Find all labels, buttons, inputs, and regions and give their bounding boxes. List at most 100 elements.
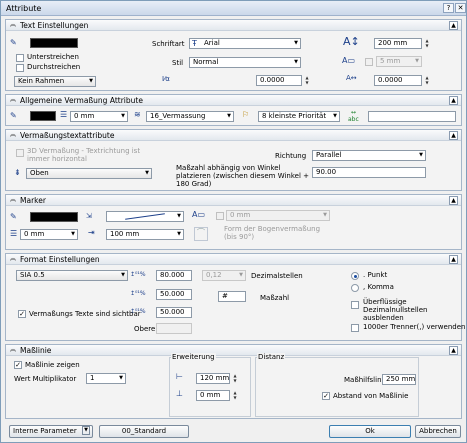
visible-checkbox[interactable]: ✓ [18, 310, 26, 318]
arc-form-icon: ⌒ [194, 227, 208, 241]
angle-input[interactable]: 90.00 [312, 167, 426, 178]
abc-text-icon: ↔ abc [348, 109, 359, 123]
text-offset-checkbox[interactable] [216, 212, 224, 220]
precision-2-icon: ↥⁰¹% [130, 290, 146, 297]
direction-dropdown[interactable]: Parallel [312, 150, 426, 161]
font-value: Arial [204, 39, 220, 47]
dim-text-attributes-header[interactable]: ︽ Vermaßungstextattribute ▲ [6, 130, 461, 141]
dimension-attributes-header[interactable]: ︽ Allgemeine Vermaßung Attribute ▲ [6, 95, 461, 106]
text-color-swatch[interactable] [30, 38, 78, 48]
position-dropdown[interactable]: Oben [26, 168, 152, 179]
line-weight-icon: ☰ [60, 110, 68, 119]
help-icon[interactable]: ? [443, 3, 454, 13]
collapse-button[interactable]: ▲ [449, 255, 458, 264]
width-factor-input[interactable]: 0.0000 [374, 75, 422, 86]
frame-offset-dropdown[interactable]: 5 mm [376, 56, 422, 67]
text-offset-dropdown[interactable]: 0 mm [226, 210, 330, 221]
multiplier-dropdown[interactable]: 1 [86, 373, 126, 384]
above-input[interactable] [156, 323, 192, 334]
extension-1-input[interactable]: 120 mm [196, 373, 230, 384]
section-title: Format Einstellungen [20, 255, 100, 264]
text-position-icon: ⇟ [14, 168, 21, 177]
collapse-button[interactable]: ▲ [449, 131, 458, 140]
dimension-text-input[interactable] [368, 111, 456, 122]
underline-checkbox[interactable] [16, 54, 24, 62]
extension-line-input[interactable]: 250 mm [382, 374, 416, 385]
extension-2-spinner[interactable]: ▲ ▼ [232, 390, 238, 401]
slant-input[interactable]: 0.0000 [256, 75, 302, 86]
frame-dropdown[interactable]: Kein Rahmen [14, 76, 96, 87]
extension-group [169, 357, 251, 417]
extension-lines-header[interactable]: ︽ Maßlinie ▲ [6, 345, 461, 356]
dimension-input[interactable]: # [218, 291, 246, 302]
marker-weight-dropdown[interactable]: 0 mm [20, 229, 78, 240]
line-color-swatch[interactable] [30, 111, 56, 121]
section-title: Marker [20, 196, 46, 205]
font-dropdown[interactable]: Ŧ Arial [189, 38, 301, 49]
angle-label: Maßzahl abhängig von Winkel platzieren (… [176, 164, 310, 188]
show-extension-checkbox[interactable]: ✓ [14, 361, 22, 369]
layer-icon: ≋ [134, 110, 141, 119]
section-title: Vermaßungstextattribute [20, 131, 115, 140]
text-settings-header[interactable]: ︽ Text Einstellungen ▲ [6, 20, 461, 31]
height-spinner[interactable]: ▲ ▼ [424, 38, 430, 49]
standard-button[interactable]: 00_Standard [99, 425, 189, 438]
extension-lines-section: ︽ Maßlinie ▲ ✓ Maßlinie zeigen Wert Mult… [5, 344, 462, 419]
arc-form-label: Form der Bogenvermaßung (bis 90°) [224, 225, 321, 241]
precision-1-input[interactable]: 80.000 [156, 270, 192, 281]
width-factor-icon: A↔ [346, 74, 357, 82]
distance-group [255, 357, 419, 417]
distance-from-label: Abstand von Maßlinie [333, 392, 409, 400]
cancel-button[interactable]: Abbrechen [415, 425, 461, 438]
section-title: Text Einstellungen [20, 21, 89, 30]
three-d-checkbox[interactable] [16, 149, 24, 157]
style-dropdown[interactable]: Normal [189, 57, 301, 68]
show-extension-label: Maßlinie zeigen [25, 361, 80, 369]
point-radio[interactable] [351, 272, 359, 280]
distance-from-checkbox[interactable]: ✓ [322, 392, 330, 400]
thousand-separator-checkbox[interactable] [351, 324, 359, 332]
line-weight-dropdown[interactable]: 0 mm [70, 111, 128, 122]
height-input[interactable]: 200 mm [374, 38, 422, 49]
priority-dropdown[interactable]: 8 kleinste Priorität [258, 111, 340, 122]
direction-label: Richtung [275, 152, 307, 160]
strike-checkbox[interactable] [16, 64, 24, 72]
collapse-button[interactable]: ▲ [449, 196, 458, 205]
marker-type-dropdown[interactable] [106, 211, 184, 222]
format-settings-header[interactable]: ︽ Format Einstellungen ▲ [6, 254, 461, 265]
hide-zeros-checkbox[interactable] [351, 301, 359, 309]
extension-1-spinner[interactable]: ▲ ▼ [232, 373, 238, 384]
collapse-button[interactable]: ▲ [449, 96, 458, 105]
dim-text-attributes-section: ︽ Vermaßungstextattribute ▲ 3D Vermaßung… [5, 129, 462, 191]
precision-1-icon: ↥⁰¹% [130, 271, 146, 278]
width-factor-spinner[interactable]: ▲ ▼ [424, 75, 430, 86]
marker-line-preview [125, 213, 165, 220]
marker-header[interactable]: ︽ Marker ▲ [6, 195, 461, 206]
frame-offset-checkbox[interactable] [365, 58, 373, 66]
extension-2-input[interactable]: 0 mm [196, 390, 230, 401]
strike-label: Durchstreichen [27, 63, 81, 71]
close-icon[interactable]: ✕ [455, 3, 466, 13]
multiplier-label: Wert Multiplikator [14, 375, 77, 383]
precision-2-input[interactable]: 50.000 [156, 289, 192, 300]
text-height-icon: A↕ [343, 35, 360, 48]
precision-3-input[interactable]: 50.000 [156, 307, 192, 318]
layer-dropdown[interactable]: 16_Vermassung [146, 111, 234, 122]
thousand-separator-label: 1000er Trenner(,) verwenden [363, 323, 466, 331]
comma-radio[interactable] [351, 284, 359, 292]
collapse-button[interactable]: ▲ [449, 21, 458, 30]
decimals-dropdown[interactable]: 0,12 [202, 270, 246, 281]
ok-button[interactable]: Ok [329, 425, 411, 438]
marker-color-swatch[interactable] [30, 212, 78, 222]
unit-dropdown[interactable]: SIA 0.5 [16, 270, 128, 281]
format-settings-section: ︽ Format Einstellungen ▲ SIA 0.5 ↥⁰¹% 80… [5, 253, 466, 341]
collapse-button[interactable]: ▲ [449, 346, 458, 355]
slant-spinner[interactable]: ▲ ▼ [304, 75, 310, 86]
internal-parameters-button[interactable]: Interne Parameter ▼ [9, 425, 93, 438]
section-title: Allgemeine Vermaßung Attribute [20, 96, 143, 105]
above-label: Obere [134, 325, 156, 333]
marker-size-dropdown[interactable]: 100 mm [106, 229, 184, 240]
chevron-down-icon: ▼ [82, 426, 90, 435]
extension-2-icon: ⊥ [176, 389, 183, 398]
section-title: Maßlinie [20, 346, 52, 355]
